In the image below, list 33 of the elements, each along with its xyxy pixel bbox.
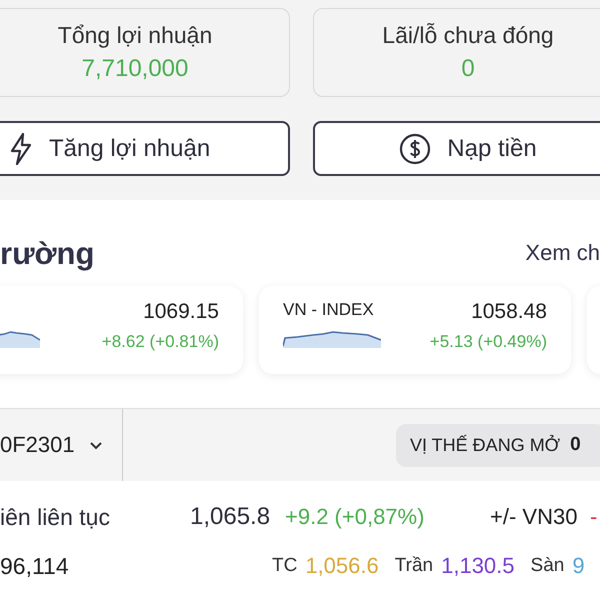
index-card[interactable]: VN - INDEX 1058.48 +5.13 (+0.49%) xyxy=(259,286,571,374)
action-button[interactable]: Nạp tiền xyxy=(313,121,600,176)
summary-label: Lãi/lỗ chưa đóng xyxy=(382,22,554,49)
index-price: 1058.48 xyxy=(471,300,547,324)
positions-count: 0 xyxy=(570,434,581,456)
price-level-label: Sàn xyxy=(530,555,564,577)
quote-price: 1,065.8 xyxy=(190,503,272,531)
price-level-label: Trần xyxy=(394,555,434,577)
lightning-icon xyxy=(9,132,33,166)
index-change: +5.13 (+0.49%) xyxy=(430,332,547,352)
contract-dropdown[interactable]: 0F2301 xyxy=(0,409,123,481)
price-level-label: TC xyxy=(272,555,298,577)
index-card[interactable]: 1069.15 +8.62 (+0.81%) xyxy=(0,286,243,374)
quote-change: +9.2 (+0,87%) xyxy=(285,504,426,530)
summary-label: Tổng lợi nhuận xyxy=(58,22,212,49)
summary-value: 7,710,000 xyxy=(82,55,188,83)
summary-value: 0 xyxy=(461,55,475,83)
price-level-value: 9 xyxy=(572,553,585,579)
action-button[interactable]: Tăng lợi nhuận xyxy=(0,121,290,176)
chevron-down-icon xyxy=(88,440,103,450)
basis-label: +/- VN30 xyxy=(490,504,578,530)
dollar-icon xyxy=(399,132,432,164)
quote-label: iên liên tục xyxy=(0,504,111,530)
section-title: rường xyxy=(0,236,94,272)
index-name: VN - INDEX xyxy=(283,300,374,320)
price-level-value: 1,056.6 xyxy=(305,553,379,579)
index-change: +8.62 (+0.81%) xyxy=(102,332,219,352)
see-all-link[interactable]: Xem ch xyxy=(525,240,600,266)
open-positions-tab[interactable]: VỊ THẾ ĐANG MỞ 0 xyxy=(396,424,600,466)
price-level-value: 1,130.5 xyxy=(441,553,515,579)
basis-value: - xyxy=(590,504,598,530)
index-price: 1069.15 xyxy=(143,300,219,324)
volume-value: 96,114 xyxy=(0,552,70,580)
